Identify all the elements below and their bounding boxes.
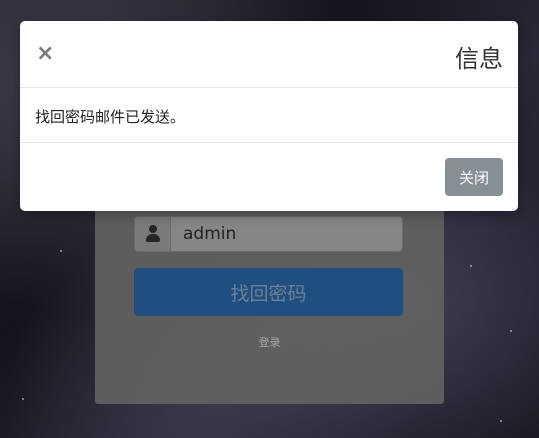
modal-footer: 关闭 bbox=[20, 143, 518, 211]
modal-body: 找回密码邮件已发送。 bbox=[20, 88, 518, 143]
modal-header: × 信息 bbox=[20, 21, 518, 88]
close-icon[interactable]: × bbox=[36, 43, 54, 65]
page-background: 找回密码 登录 × 信息 找回密码邮件已发送。 关闭 bbox=[0, 0, 539, 438]
login-link[interactable]: 登录 bbox=[95, 334, 444, 350]
username-addon bbox=[134, 216, 170, 252]
recover-password-button[interactable]: 找回密码 bbox=[134, 268, 403, 316]
info-modal: × 信息 找回密码邮件已发送。 关闭 bbox=[20, 21, 518, 211]
modal-message: 找回密码邮件已发送。 bbox=[35, 108, 186, 126]
close-button[interactable]: 关闭 bbox=[445, 158, 503, 196]
star bbox=[22, 398, 24, 400]
star bbox=[500, 420, 502, 422]
star bbox=[510, 330, 512, 332]
star bbox=[60, 250, 62, 252]
login-card: 找回密码 登录 bbox=[95, 180, 444, 404]
modal-title: 信息 bbox=[455, 45, 503, 73]
username-input[interactable] bbox=[170, 216, 403, 252]
user-icon bbox=[145, 225, 161, 243]
star bbox=[470, 265, 472, 267]
username-input-group bbox=[134, 216, 403, 252]
